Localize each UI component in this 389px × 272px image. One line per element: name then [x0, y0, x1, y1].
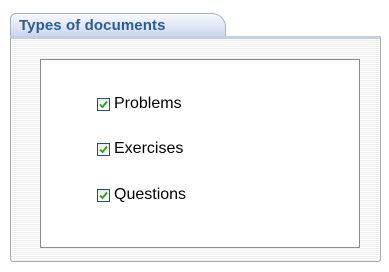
problems-checkbox[interactable] — [97, 97, 110, 111]
questions-label: Questions — [114, 186, 187, 203]
options-box: Problems Exercises Questions — [40, 59, 360, 248]
option-exercises[interactable]: Exercises — [97, 139, 183, 159]
panel-frame: Problems Exercises Questions — [10, 36, 381, 262]
panel-tab-title: Types of documents — [10, 13, 226, 37]
checkmark-icon — [99, 145, 108, 153]
checkmark-icon — [99, 100, 108, 108]
option-questions[interactable]: Questions — [97, 185, 186, 205]
exercises-label: Exercises — [114, 140, 184, 157]
problems-label: Problems — [114, 95, 182, 112]
exercises-checkbox[interactable] — [97, 142, 110, 156]
document-types-panel: Types of documents Problems Exercises Qu… — [0, 0, 389, 272]
questions-checkbox[interactable] — [97, 188, 110, 202]
checkmark-icon — [99, 191, 108, 199]
option-problems[interactable]: Problems — [97, 94, 182, 114]
